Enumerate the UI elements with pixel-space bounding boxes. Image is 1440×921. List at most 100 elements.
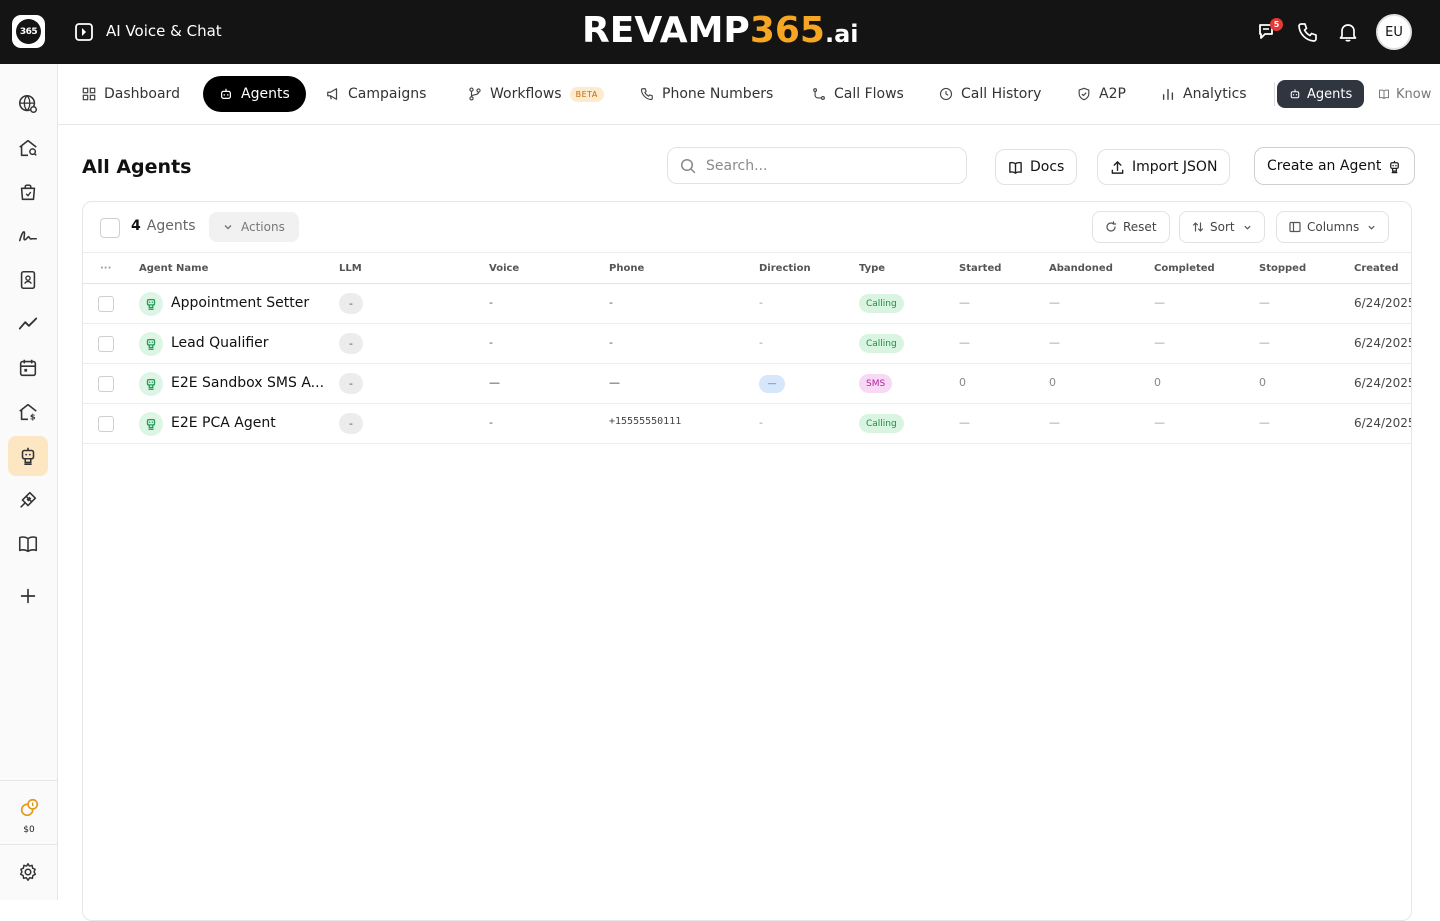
- columns-label: Columns: [1307, 220, 1360, 234]
- robot-icon: [146, 378, 156, 390]
- stopped-value: —: [1259, 416, 1270, 429]
- llm-value: -: [339, 333, 363, 354]
- sidebar-settings-button[interactable]: [8, 852, 48, 892]
- table-row[interactable]: Appointment Setter - - - - Calling — — —…: [83, 284, 1411, 324]
- phone-value: -: [609, 336, 613, 349]
- agent-name[interactable]: Lead Qualifier: [171, 335, 269, 351]
- header-agent-name[interactable]: Agent Name: [139, 263, 208, 274]
- columns-icon: [1289, 221, 1301, 233]
- sidebar-item-signature[interactable]: [8, 216, 48, 256]
- tab-a2p[interactable]: A2P: [1077, 76, 1126, 112]
- tab-agents-secondary[interactable]: Agents: [1277, 80, 1365, 108]
- sidebar-item-integrations[interactable]: [8, 480, 48, 520]
- completed-value: —: [1154, 336, 1165, 349]
- tab-phone-numbers[interactable]: Phone Numbers: [640, 76, 773, 112]
- sidebar-item-home-pricing[interactable]: $: [8, 392, 48, 432]
- agent-name[interactable]: E2E Sandbox SMS A...: [171, 375, 324, 391]
- voice-value: -: [489, 416, 493, 429]
- reset-label: Reset: [1123, 220, 1157, 234]
- table-row[interactable]: Lead Qualifier - - - - Calling — — — — 6…: [83, 324, 1411, 364]
- columns-button[interactable]: Columns: [1276, 211, 1390, 243]
- import-json-button[interactable]: Import JSON: [1097, 149, 1231, 185]
- coins-icon: [20, 798, 39, 817]
- sidebar-divider: [0, 844, 58, 845]
- tab-label: Agents: [241, 86, 290, 102]
- header-created[interactable]: Created: [1354, 263, 1399, 274]
- row-checkbox[interactable]: [98, 296, 114, 312]
- created-value: 6/24/2025: [1354, 376, 1412, 390]
- row-checkbox[interactable]: [98, 376, 114, 392]
- select-all-checkbox[interactable]: [100, 218, 120, 238]
- robot-icon: [146, 418, 156, 430]
- header-stopped[interactable]: Stopped: [1259, 263, 1306, 274]
- shopping-bag-icon: [20, 184, 36, 201]
- header-abandoned[interactable]: Abandoned: [1049, 263, 1113, 274]
- tab-workflows[interactable]: Workflows BETA: [468, 76, 604, 112]
- sidebar-item-shopping[interactable]: [8, 172, 48, 212]
- started-value: —: [959, 296, 970, 309]
- bell-icon[interactable]: [1336, 20, 1360, 44]
- sidebar-item-home-search[interactable]: [8, 128, 48, 168]
- plus-icon: [20, 588, 36, 604]
- user-avatar[interactable]: EU: [1376, 14, 1412, 50]
- search-box[interactable]: [667, 147, 967, 184]
- tab-knowledge[interactable]: Know: [1378, 76, 1431, 112]
- brand-part-3: .ai: [824, 20, 859, 48]
- tab-dashboard[interactable]: Dashboard: [82, 76, 180, 112]
- row-checkbox[interactable]: [98, 416, 114, 432]
- docs-label: Docs: [1030, 159, 1065, 175]
- sort-button[interactable]: Sort: [1179, 211, 1265, 243]
- tab-campaigns[interactable]: Campaigns: [326, 76, 426, 112]
- sidebar-item-agents[interactable]: [8, 436, 48, 476]
- left-sidebar: $ $0: [0, 64, 58, 900]
- gear-icon: [19, 863, 37, 881]
- abandoned-value: —: [1049, 336, 1060, 349]
- reset-button[interactable]: Reset: [1092, 211, 1170, 243]
- tab-agents[interactable]: Agents: [203, 76, 306, 112]
- table-row[interactable]: E2E Sandbox SMS A... - — — — SMS 0 0 0 0…: [83, 364, 1411, 404]
- column-menu-header[interactable]: ···: [100, 263, 111, 274]
- calendar-icon: [19, 359, 37, 377]
- header-started[interactable]: Started: [959, 263, 1001, 274]
- header-phone[interactable]: Phone: [609, 263, 644, 274]
- sidebar-add-button[interactable]: [8, 576, 48, 616]
- sidebar-item-web-search[interactable]: [8, 84, 48, 124]
- sidebar-toggle-icon[interactable]: [75, 23, 93, 41]
- tab-label: Agents: [1307, 86, 1353, 102]
- create-agent-button[interactable]: Create an Agent: [1254, 147, 1416, 185]
- created-value: 6/24/2025: [1354, 416, 1412, 430]
- header-completed[interactable]: Completed: [1154, 263, 1215, 274]
- agent-name[interactable]: E2E PCA Agent: [171, 415, 276, 431]
- brand-part-2: 365: [749, 10, 825, 51]
- wallet-balance[interactable]: $0: [0, 797, 58, 835]
- tab-analytics[interactable]: Analytics: [1161, 76, 1247, 112]
- sidebar-item-calendar[interactable]: [8, 348, 48, 388]
- shield-icon: [1078, 87, 1090, 101]
- open-book-icon: [18, 536, 38, 553]
- agent-avatar: [139, 292, 163, 316]
- stopped-value: 0: [1259, 376, 1266, 389]
- phone-value: —: [609, 376, 620, 389]
- header-direction[interactable]: Direction: [759, 263, 811, 274]
- robot-icon: [21, 447, 35, 466]
- actions-dropdown[interactable]: Actions: [209, 212, 299, 242]
- docs-button[interactable]: Docs: [995, 149, 1078, 185]
- row-checkbox[interactable]: [98, 336, 114, 352]
- app-logo[interactable]: 365: [12, 15, 45, 48]
- tab-call-flows[interactable]: Call Flows: [812, 76, 904, 112]
- header-llm[interactable]: LLM: [339, 263, 362, 274]
- tab-call-history[interactable]: Call History: [939, 76, 1041, 112]
- sidebar-item-contacts[interactable]: [8, 260, 48, 300]
- phone-icon[interactable]: [1296, 20, 1320, 44]
- tab-label: Call Flows: [834, 86, 904, 102]
- sidebar-item-trends[interactable]: [8, 304, 48, 344]
- sidebar-item-knowledge[interactable]: [8, 524, 48, 564]
- header-type[interactable]: Type: [859, 263, 885, 274]
- agent-count: 4 Agents: [131, 218, 195, 234]
- top-bar: 365 AI Voice & Chat REVAMP 365 .ai 5 EU: [0, 0, 1440, 64]
- table-row[interactable]: E2E PCA Agent - - +15555550111 - Calling…: [83, 404, 1411, 444]
- agent-name[interactable]: Appointment Setter: [171, 295, 309, 311]
- abandoned-value: —: [1049, 296, 1060, 309]
- header-voice[interactable]: Voice: [489, 263, 519, 274]
- search-input[interactable]: [706, 157, 946, 174]
